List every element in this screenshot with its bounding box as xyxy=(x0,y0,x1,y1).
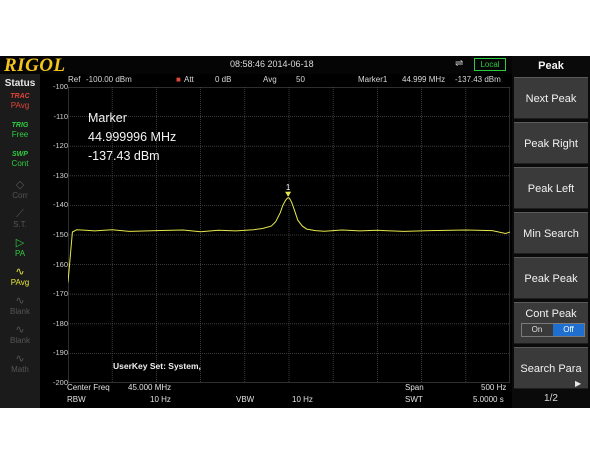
menu-page-indicator[interactable]: 1/2 xyxy=(512,393,590,404)
y-tick-label: -170 xyxy=(52,289,68,299)
center-freq-value: 45.000 MHz xyxy=(128,383,172,392)
span-value: 500 Hz xyxy=(481,383,507,392)
status-label: Free xyxy=(11,130,29,139)
status-blank: ∿ Blank xyxy=(3,296,37,322)
status-label: Blank xyxy=(9,336,30,345)
y-tick-label: -150 xyxy=(52,230,68,239)
cont-peak-button[interactable]: Cont Peak On Off xyxy=(514,302,588,344)
marker-title: Marker xyxy=(88,111,127,125)
status-label: PAvg xyxy=(10,278,30,287)
marker-freq: 44.999 MHz xyxy=(402,75,446,84)
status-label: Math xyxy=(11,365,29,374)
ext-gain-icon: ⟋ xyxy=(16,208,24,220)
marker-label: Marker1 xyxy=(358,75,388,84)
status-label: PA xyxy=(14,249,26,258)
marker-level-readout: -137.43 dBm xyxy=(88,149,160,163)
toggle-off[interactable]: Off xyxy=(553,324,584,336)
top-bar: RIGOL 08:58:46 2014-06-18 ⇌ Local xyxy=(0,56,512,76)
cont-peak-label: Cont Peak xyxy=(525,308,577,320)
y-tick-label: -180 xyxy=(52,318,68,328)
swt-value: 5.0000 s xyxy=(473,395,504,404)
pa-icon: ▷ xyxy=(15,237,25,249)
att-marker-icon: ■ xyxy=(176,75,181,84)
marker-1-point[interactable] xyxy=(285,191,292,197)
blank-icon: ∿ xyxy=(15,324,25,336)
status-panel: Status TRAC PAvg TRIG Free SWP Cont ◇ Corr ⟋ S.T.… xyxy=(0,74,40,408)
info-bar: Ref -100.00 dBm ■ Att 0 dB Avg 50 Marker… xyxy=(40,74,512,86)
status-pavg: ∿ PAvg xyxy=(3,267,37,293)
att-value: 0 dB xyxy=(215,75,232,84)
local-badge[interactable]: Local xyxy=(474,58,506,71)
date-time: 08:58:46 2014-06-18 xyxy=(230,59,314,69)
ref-label: Ref xyxy=(68,75,81,84)
center-freq-label: Center Freq xyxy=(67,383,110,392)
peak-right-button[interactable]: Peak Right xyxy=(514,122,588,164)
blank-icon: ∿ xyxy=(15,295,25,307)
marker-1-label: 1 xyxy=(286,183,291,192)
toggle-on[interactable]: On xyxy=(522,324,552,336)
y-tick-label: -190 xyxy=(52,348,68,358)
math-icon: ∿ xyxy=(15,353,25,365)
y-tick-label: -120 xyxy=(52,141,68,151)
status-title: Status xyxy=(4,78,36,89)
submenu-arrow-icon: ▶ xyxy=(575,379,582,388)
status-label: PAvg xyxy=(10,101,30,110)
status-blank: ∿ Blank xyxy=(3,325,37,351)
status-trace: TRAC PAvg xyxy=(3,93,37,119)
pavg-icon: ∿ xyxy=(15,266,25,278)
status-tag: TRIG xyxy=(11,122,29,129)
status-swp: SWP Cont xyxy=(3,151,37,177)
peak-left-button[interactable]: Peak Left xyxy=(514,167,588,209)
peak-peak-label: Peak Peak xyxy=(524,273,578,285)
softkey-menu: Peak Next Peak Peak Right Peak Left Min … xyxy=(512,56,590,408)
vbw-label: VBW xyxy=(236,395,255,404)
min-search-button[interactable]: Min Search xyxy=(514,212,588,254)
vbw-value: 10 Hz xyxy=(292,395,313,404)
y-tick-label: -130 xyxy=(52,170,68,180)
marker-frequency: 44.999996 MHz xyxy=(88,130,177,144)
marker-readout: Marker 44.999996 MHz -137.43 dBm xyxy=(88,109,176,166)
next-peak-button[interactable]: Next Peak xyxy=(514,77,588,119)
peak-left-label: Peak Left xyxy=(527,183,575,195)
att-label: Att xyxy=(184,75,194,84)
peak-peak-button[interactable]: Peak Peak xyxy=(514,257,588,299)
corr-icon: ◇ xyxy=(15,179,25,191)
avg-label: Avg xyxy=(263,75,277,84)
status-label: Blank xyxy=(9,307,30,316)
status-label: Cont xyxy=(11,159,29,168)
userkey-status: UserKey Set: System, xyxy=(113,361,201,371)
analyzer-screen: RIGOL 08:58:46 2014-06-18 ⇌ Local Status… xyxy=(0,56,590,408)
min-search-label: Min Search xyxy=(523,228,579,240)
y-tick-label: -100 xyxy=(52,82,68,91)
next-peak-label: Next Peak xyxy=(525,93,577,105)
y-tick-label: -140 xyxy=(52,200,68,210)
status-label: Corr xyxy=(12,191,28,200)
status-corr: ◇ Corr xyxy=(3,180,37,206)
status-label: S.T. xyxy=(13,220,27,229)
peak-right-label: Peak Right xyxy=(524,138,578,150)
span-label: Span xyxy=(405,383,424,392)
status-ext-gain: ⟋ S.T. xyxy=(3,209,37,235)
status-tag: TRAC xyxy=(10,93,30,100)
search-para-label: Search Para xyxy=(520,363,582,375)
menu-title: Peak xyxy=(538,60,564,72)
usb-icon: ⇌ xyxy=(455,58,464,69)
rbw-value: 10 Hz xyxy=(150,395,171,404)
swt-label: SWT xyxy=(405,395,423,404)
status-pa: ▷ PA xyxy=(3,238,37,264)
cont-peak-toggle[interactable]: On Off xyxy=(521,323,585,337)
ref-value: -100.00 dBm xyxy=(86,75,132,84)
status-tag: SWP xyxy=(12,151,28,158)
status-trig: TRIG Free xyxy=(3,122,37,148)
rbw-label: RBW xyxy=(67,395,86,404)
y-tick-label: -110 xyxy=(53,111,68,121)
status-math: ∿ Math xyxy=(3,354,37,380)
y-tick-label: -160 xyxy=(52,259,68,269)
marker-level: -137.43 dBm xyxy=(455,75,501,84)
bottom-bar: Center Freq 45.000 MHz Span 500 Hz RBW 1… xyxy=(40,382,512,408)
avg-value: 50 xyxy=(296,75,305,84)
